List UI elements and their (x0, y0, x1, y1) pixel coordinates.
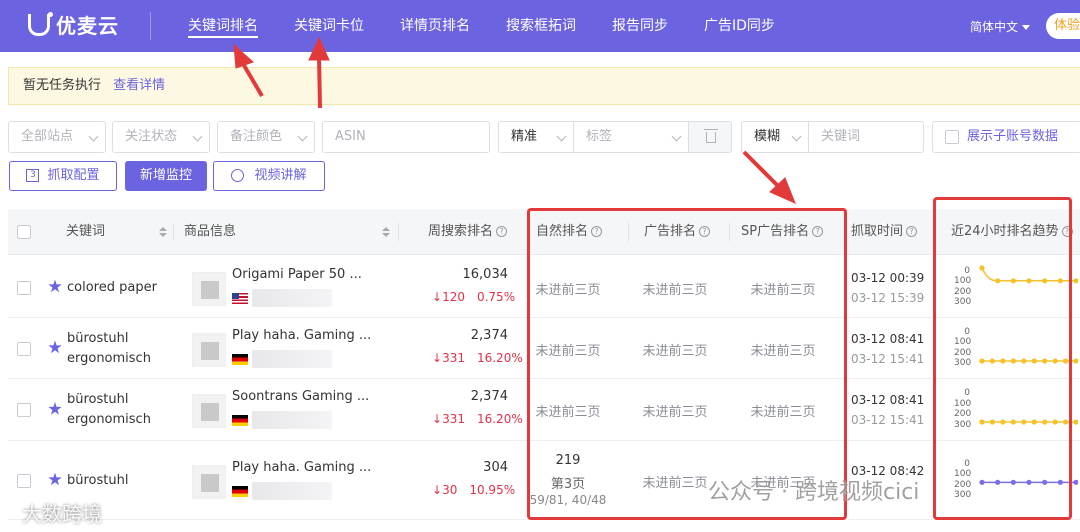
arrow-to-keyword-rank (240, 60, 264, 98)
watermark-right: 公众号 · 跨境视频cici (708, 474, 919, 506)
annotation-arrows (233, 36, 796, 204)
watermark-left: 大数跨境 (22, 498, 102, 527)
watermark-left-text: 大数跨境 (22, 502, 102, 526)
arrow-head (308, 36, 330, 61)
arrow-to-keyword-slot (317, 55, 322, 109)
arrow-to-rank-box (742, 150, 782, 190)
arrow-head (233, 43, 254, 69)
watermark-right-text: 公众号 · 跨境视频cici (708, 480, 920, 505)
